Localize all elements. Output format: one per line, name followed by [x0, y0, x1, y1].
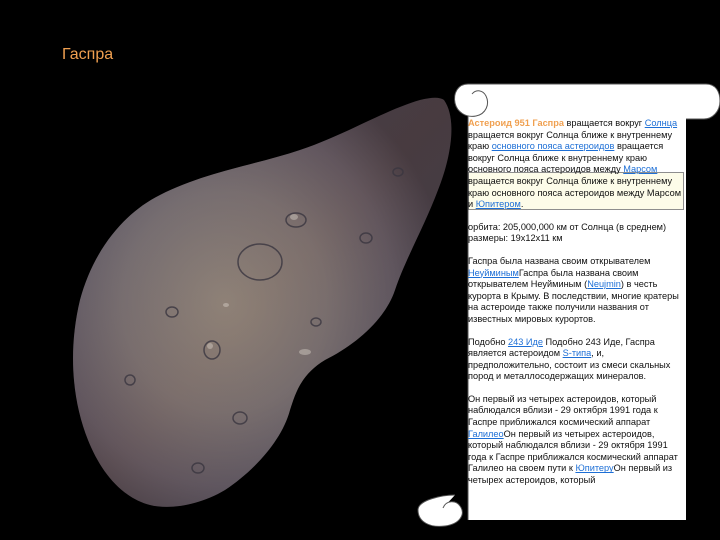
size-text: размеры: 19x12x11 км — [468, 233, 563, 244]
link-jupiter[interactable]: Юпитером — [476, 199, 521, 209]
paragraph-stats: орбита: 205,000,000 км от Солнца (в сред… — [468, 222, 682, 245]
link-jupiter-2[interactable]: Юпитеру — [575, 463, 613, 473]
link-ida[interactable]: 243 Иде — [508, 337, 543, 347]
scroll-curl-icon — [417, 494, 463, 527]
link-mars[interactable]: Марсом — [623, 164, 657, 174]
link-asteroid-belt[interactable]: основного пояса астероидов — [492, 141, 615, 151]
link-sun[interactable]: Солнца — [645, 118, 677, 128]
article-lead: Астероид 951 Гаспра — [468, 118, 564, 128]
link-neujmin[interactable]: Неуйминым — [468, 268, 519, 278]
slide: Гаспра Астероид 951 Гаспра вращается вок… — [0, 0, 720, 540]
paragraph-intro: Астероид 951 Гаспра вращается вокруг Сол… — [468, 118, 682, 210]
article-text: Астероид 951 Гаспра вращается вокруг Сол… — [468, 118, 682, 528]
paragraph-naming: Гаспра была названа своим открывателем Н… — [468, 255, 679, 324]
link-neujmin-latin[interactable]: Neujmin — [587, 279, 621, 289]
orbit-text: орбита: 205,000,000 км от Солнца (в сред… — [468, 221, 667, 232]
paragraph-type: Подобно 243 Иде Подобно 243 Иде, Гаспра … — [468, 336, 671, 382]
link-s-type[interactable]: S-типа — [563, 348, 592, 358]
paragraph-galileo: Он первый из четырех астероидов, который… — [468, 393, 678, 486]
link-galileo[interactable]: Галилео — [468, 429, 504, 439]
